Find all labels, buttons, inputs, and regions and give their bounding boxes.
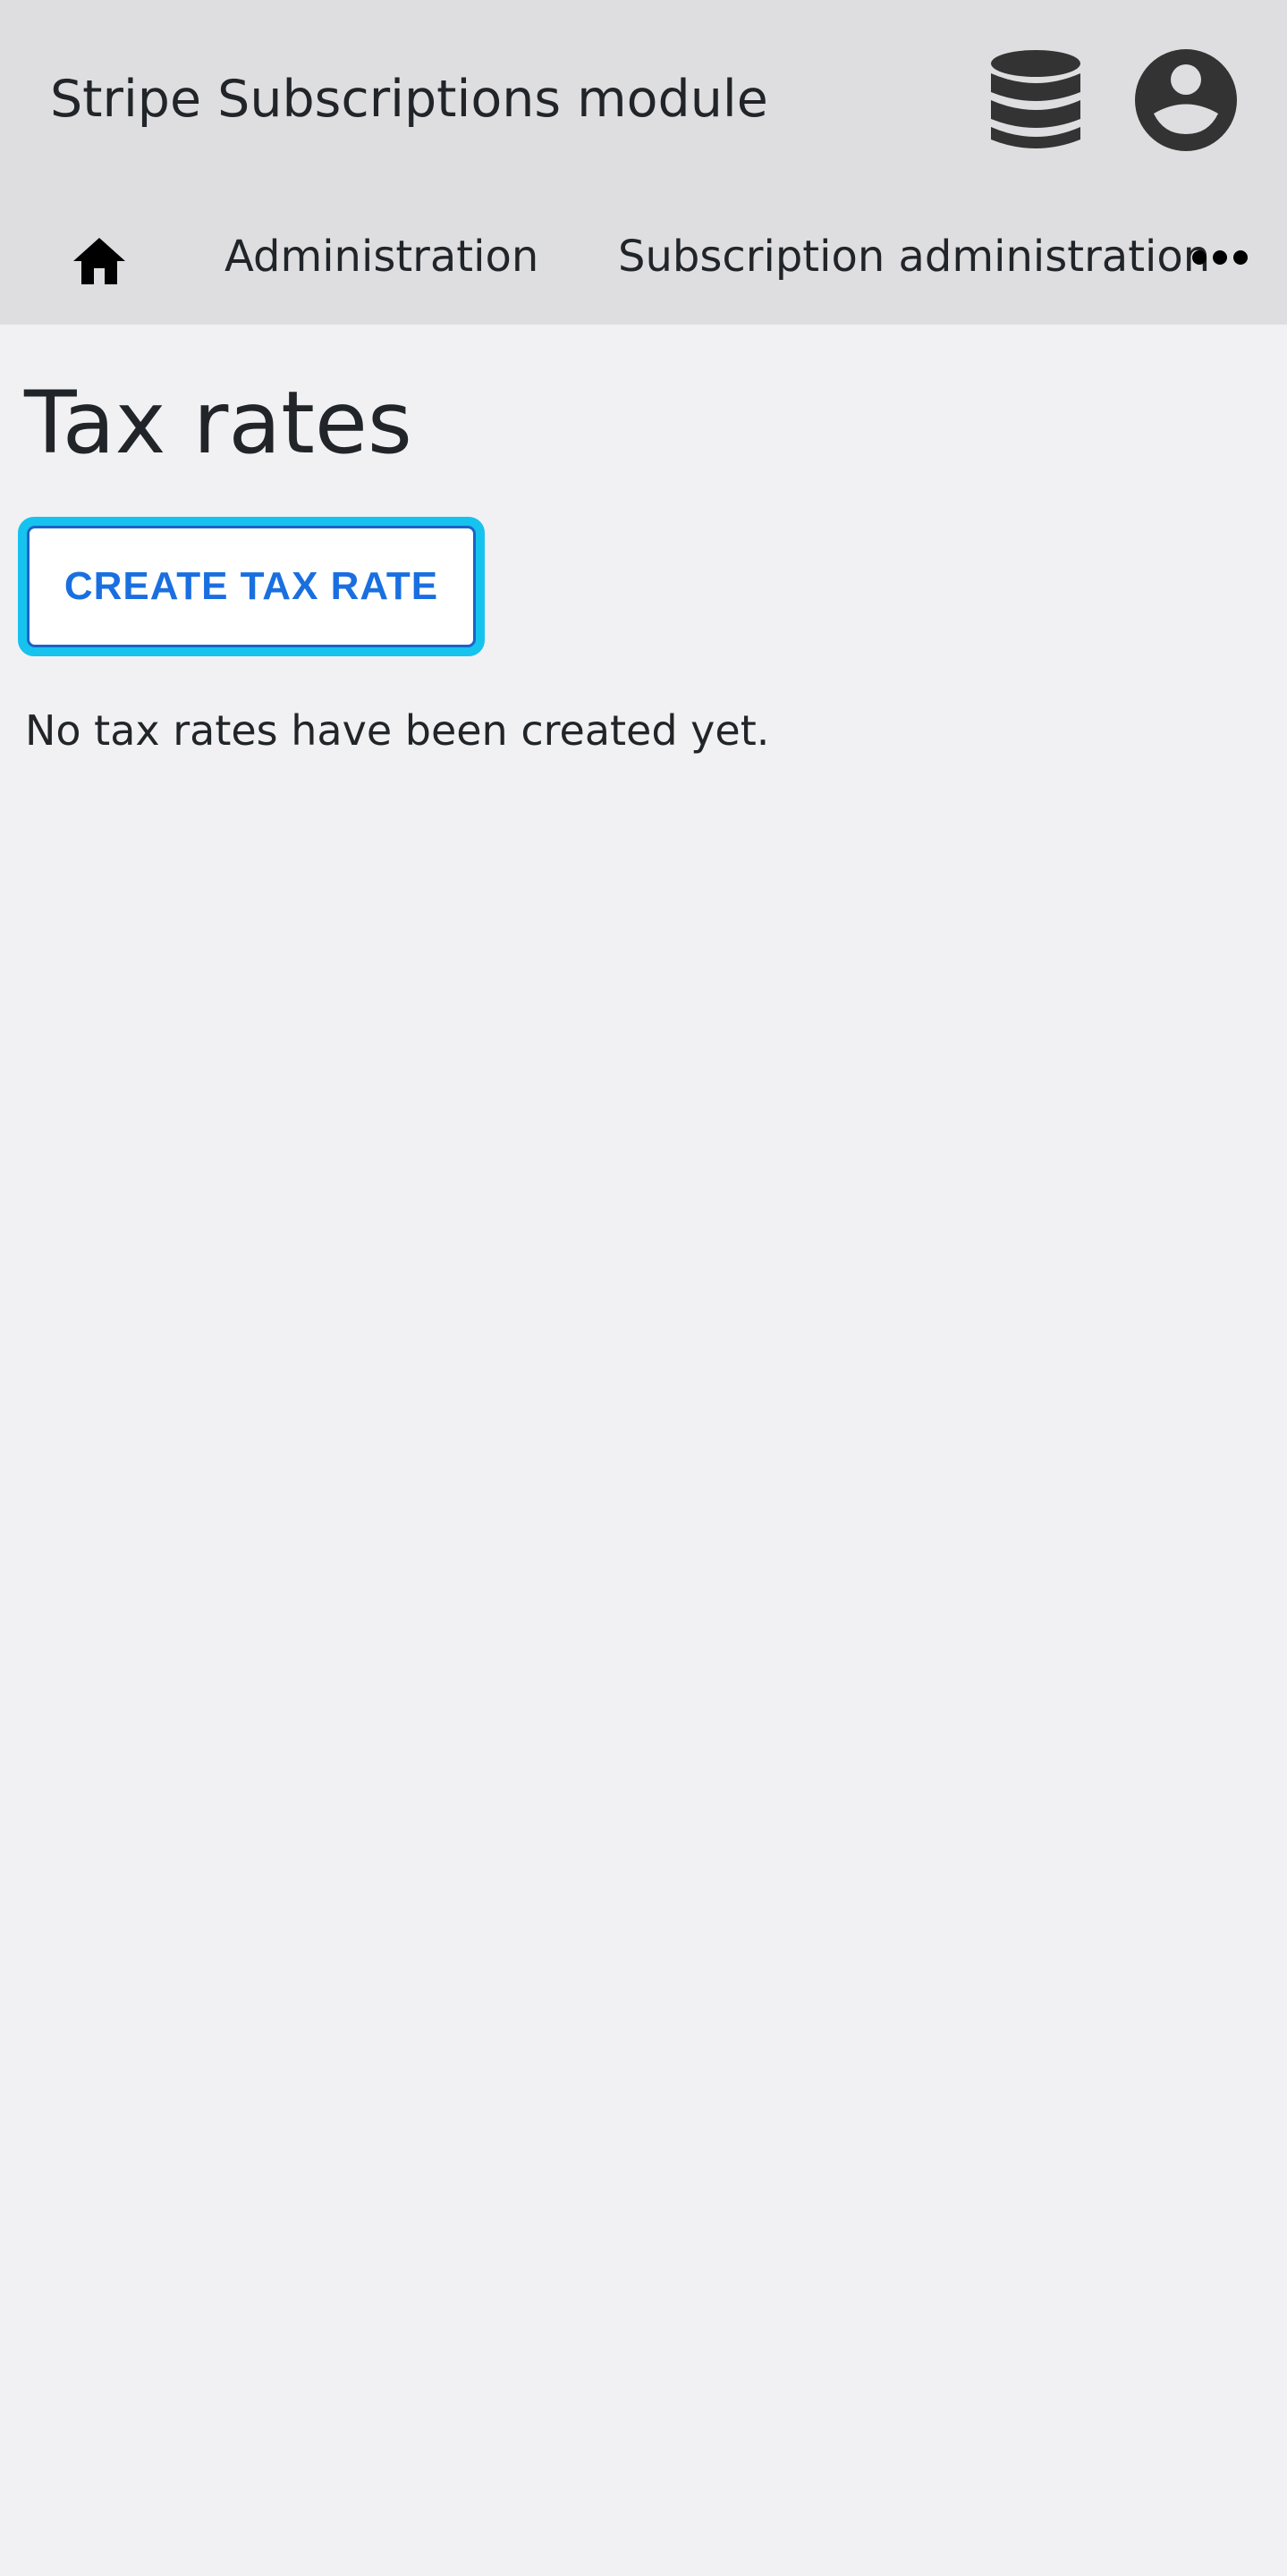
breadcrumb-administration[interactable]: Administration (224, 230, 538, 283)
more-horizontal-icon[interactable] (1191, 240, 1249, 275)
create-tax-rate-button[interactable]: CREATE TAX RATE (18, 517, 485, 656)
account-circle-icon[interactable] (1132, 46, 1240, 154)
app-title: Stripe Subscriptions module (50, 70, 768, 129)
create-tax-rate-button-label: CREATE TAX RATE (27, 526, 476, 647)
app-header: Stripe Subscriptions module Administrati… (0, 0, 1287, 325)
breadcrumb: Administration Subscription administrati… (0, 198, 1287, 315)
empty-state-message: No tax rates have been created yet. (25, 706, 770, 755)
home-icon[interactable] (72, 234, 127, 288)
page-title: Tax rates (24, 373, 412, 473)
database-icon[interactable] (986, 46, 1085, 154)
breadcrumb-subscription-administration[interactable]: Subscription administration (618, 230, 1210, 283)
